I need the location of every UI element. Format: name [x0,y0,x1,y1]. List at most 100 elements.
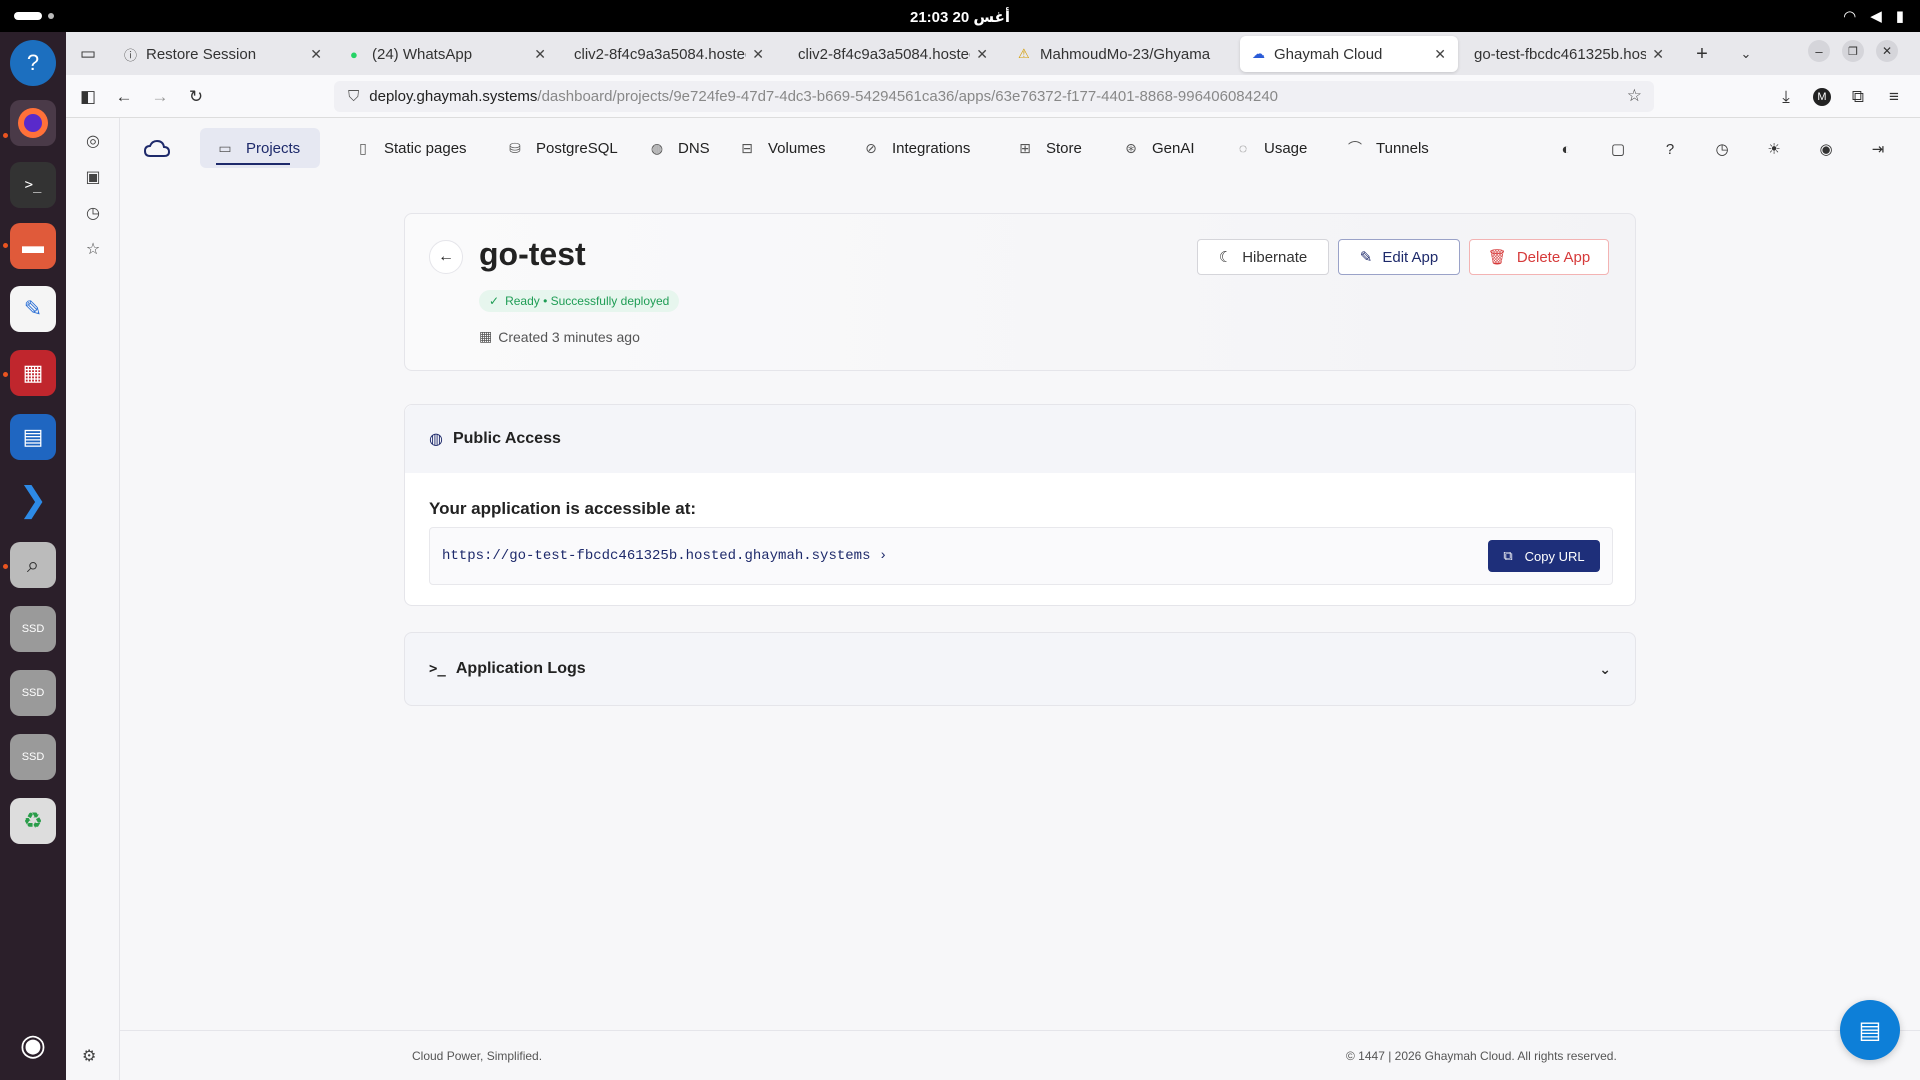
nav-tunnels[interactable]: ⌒ Tunnels [1330,128,1445,168]
theme-toggle-icon[interactable]: ☀ [1764,139,1784,159]
ssd-drive-icon[interactable]: SSD [10,670,56,716]
list-all-tabs-icon[interactable]: ⌄ [1732,40,1760,68]
back-arrow-icon[interactable]: ← [429,240,463,274]
show-apps-icon[interactable]: ◉ [10,1022,56,1068]
browser-tab[interactable]: go-test-fbcdc461325b.hoste ✕ [1462,36,1676,72]
history-icon[interactable]: ◷ [82,202,104,224]
bookmarks-icon[interactable]: ☆ [82,238,104,260]
nav-static-pages[interactable]: ▯ Static pages [338,128,483,168]
nav-label: DNS [678,139,710,157]
back-icon[interactable]: ← [110,83,138,111]
browser-tab[interactable]: ⓘ Restore Session ✕ [112,36,334,72]
shield-icon: ⛉ [348,88,360,105]
help-circle-icon[interactable]: ? [1660,139,1680,159]
ssd-drive-icon[interactable]: SSD [10,734,56,780]
files-icon[interactable]: ▬ [10,223,56,269]
sidebar-toggle-icon[interactable]: ◧ [74,83,102,111]
downloads-icon[interactable]: ⤓ [1772,83,1800,111]
delete-app-button[interactable]: 🗑 Delete App [1469,239,1609,275]
forward-icon[interactable]: → [146,83,174,111]
vscode-icon[interactable]: ❯ [10,477,56,523]
plug-icon: ⊘ [865,139,877,156]
account-icon[interactable]: M [1808,83,1836,111]
extensions-icon[interactable]: ⧉ [1844,83,1872,111]
trash-icon[interactable]: ♻ [10,798,56,844]
nav-label: Integrations [892,139,971,157]
reload-icon[interactable]: ↻ [182,83,210,111]
writer-icon[interactable]: ▤ [10,414,56,460]
search-tool-icon[interactable]: ⌕ [10,542,56,588]
footer-tagline: Cloud Power, Simplified. [412,1049,543,1063]
help-icon[interactable]: ? [10,40,56,86]
tab-list-icon[interactable]: ▭ [74,40,102,68]
ai-chat-icon[interactable]: ◎ [82,130,104,152]
close-icon[interactable]: ✕ [976,46,988,63]
nav-dns[interactable]: ◍ DNS [632,128,726,168]
ghaymah-dashboard: ▭ Projects ▯ Static pages ⛁ PostgreSQL ◍ DNS… [120,118,1920,1080]
tab-title: go-test-fbcdc461325b.hoste [1474,45,1647,63]
bookmark-star-icon[interactable]: ☆ [1627,86,1642,106]
clipboard-icon[interactable]: ▢ [1608,139,1628,159]
ssd-drive-icon[interactable]: SSD [10,606,56,652]
url-box: https://go-test-fbcdc461325b.hosted.ghay… [429,527,1613,585]
browser-tab[interactable]: ● (24) WhatsApp ✕ [338,36,558,72]
system-top-bar: أغس 20 21:03 ◠ ◀ ▮ [0,0,1920,32]
history-icon[interactable]: ◷ [1712,139,1732,159]
nav-label: PostgreSQL [536,139,618,157]
system-tray[interactable]: ◠ ◀ ▮ [1843,7,1904,25]
minimize-icon[interactable]: – [1808,40,1830,62]
menu-icon[interactable]: ≡ [1880,83,1908,111]
copy-url-button[interactable]: ⧉ Copy URL [1488,540,1600,572]
synced-tabs-icon[interactable]: ▣ [82,166,104,188]
user-icon[interactable]: ◉ [1816,139,1836,159]
nav-volumes[interactable]: ⊟ Volumes [722,128,842,168]
hibernate-button[interactable]: ☾ Hibernate [1197,239,1329,275]
maximize-icon[interactable]: ❐ [1842,40,1864,62]
tab-title: cliv2-8f4c9a3a5084.hosted.g [798,45,970,63]
nav-postgresql[interactable]: ⛁ PostgreSQL [490,128,634,168]
edit-app-button[interactable]: ✎ Edit App [1338,239,1460,275]
public-access-header: ◍ Public Access [405,405,1635,473]
close-icon[interactable]: ✕ [752,46,764,63]
calendar-icon: ▦ [479,328,493,344]
text-editor-icon[interactable]: ✎ [10,286,56,332]
footer-copyright: © 1447 | 2026 Ghaymah Cloud. All rights … [1346,1049,1617,1063]
app-url-link[interactable]: https://go-test-fbcdc461325b.hosted.ghay… [442,548,887,564]
close-icon[interactable]: ✕ [1652,46,1664,63]
check-circle-icon: ✓ [489,294,500,308]
globe-icon: ◍ [429,431,443,448]
gear-icon[interactable]: ⚙ [82,1046,96,1066]
browser-tab-bar: ▭ ⓘ Restore Session ✕ ● (24) WhatsApp ✕ … [66,32,1920,75]
nav-projects[interactable]: ▭ Projects [200,128,320,168]
chevron-right-icon: › [878,548,888,564]
nav-genai[interactable]: ⊛ GenAI [1106,128,1211,168]
ghaymah-logo[interactable] [144,138,170,160]
new-tab-icon[interactable]: + [1688,40,1716,68]
browser-tab-active[interactable]: ☁ Ghaymah Cloud ✕ [1240,36,1458,72]
logout-icon[interactable]: ⇥ [1868,139,1888,159]
url-bar[interactable]: ⛉ deploy.ghaymah.systems /dashboard/proj… [334,81,1654,112]
close-icon[interactable]: ✕ [534,46,546,63]
nav-usage[interactable]: ◌ Usage [1218,128,1323,168]
firefox-icon[interactable] [10,100,56,146]
system-clock[interactable]: أغس 20 21:03 [0,8,1920,26]
remote-desktop-icon[interactable]: ▦ [10,350,56,396]
palette-icon[interactable]: ◐ [1556,139,1576,159]
nav-store[interactable]: ⊞ Store [1000,128,1098,168]
chevron-down-icon[interactable]: ⌄ [1599,661,1611,678]
close-icon[interactable]: ✕ [1434,46,1446,63]
application-logs-card[interactable]: >_ Application Logs ⌄ [404,632,1636,706]
nav-integrations[interactable]: ⊘ Integrations [846,128,986,168]
close-window-icon[interactable]: ✕ [1876,40,1898,62]
chat-icon[interactable]: ▤ [1840,1000,1900,1060]
close-icon[interactable]: ✕ [310,46,322,63]
browser-tab[interactable]: cliv2-8f4c9a3a5084.hosted.g ✕ [562,36,776,72]
browser-tab[interactable]: cliv2-8f4c9a3a5084.hosted.g ✕ [786,36,1000,72]
app-navigation: ▭ Projects ▯ Static pages ⛁ PostgreSQL ◍ DNS… [120,118,1920,180]
tab-title: cliv2-8f4c9a3a5084.hosted.g [574,45,746,63]
tab-title: Restore Session [146,45,257,63]
delete-label: Delete App [1516,248,1591,266]
terminal-icon[interactable]: >_ [10,162,56,208]
tab-title: (24) WhatsApp [372,45,473,63]
created-info: ▦ Created 3 minutes ago [479,328,640,345]
